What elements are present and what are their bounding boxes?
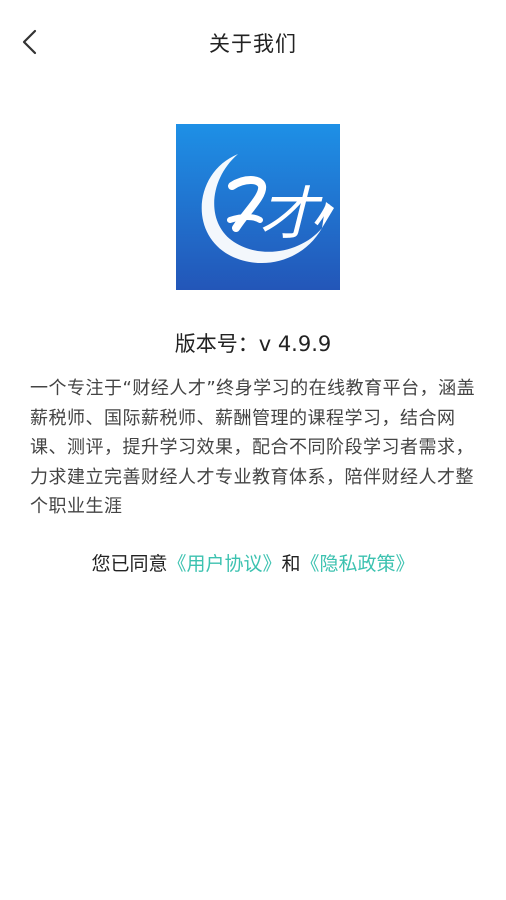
version-label: 版本号：	[174, 332, 259, 356]
agreement-notice: 您已同意《用户协议》和《隐私政策》	[0, 549, 506, 576]
version-value: v 4.9.9	[258, 332, 332, 356]
app-description: 一个专注于“财经人才”终身学习的在线教育平台，涵盖薪税师、国际薪税师、薪酬管理的…	[30, 378, 476, 517]
user-agreement-link[interactable]: 《用户协议》	[167, 553, 281, 575]
page-title: 关于我们	[209, 32, 297, 56]
logo-glyph: 才	[259, 180, 323, 248]
about-us-page: 关于我们 才 版本号：v 4.9.9 一个专注于“财经人才”终身学习的在线教育平…	[0, 0, 506, 900]
app-logo: 才	[176, 124, 340, 290]
version-info: 版本号：v 4.9.9	[0, 328, 506, 358]
agreement-connector: 和	[281, 553, 301, 575]
agreement-prefix: 您已同意	[91, 553, 168, 575]
privacy-policy-link[interactable]: 《隐私政策》	[301, 553, 415, 575]
navigation-bar: 关于我们	[0, 0, 506, 84]
